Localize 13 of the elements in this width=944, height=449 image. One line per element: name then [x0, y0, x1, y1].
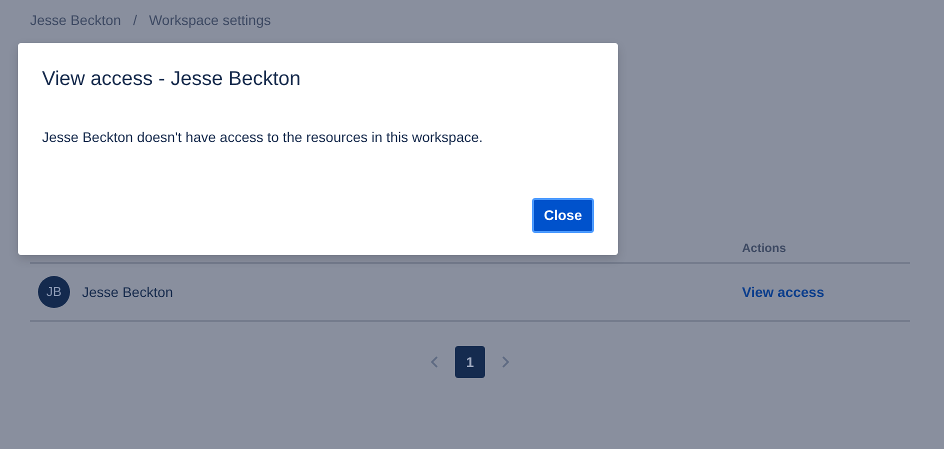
column-header: Actions	[742, 240, 788, 257]
user-name: Jesse Beckton	[82, 282, 174, 302]
close-button[interactable]: Close	[532, 198, 594, 233]
dialog-title: View access - Jesse Beckton	[42, 67, 302, 91]
page-button[interactable]: 1	[455, 346, 485, 378]
breadcrumb-link[interactable]: Workspace settings	[148, 10, 271, 31]
chevron-left-icon[interactable]	[431, 356, 439, 368]
avatar: JB	[38, 276, 70, 308]
view-access-link[interactable]: View access	[742, 282, 910, 302]
chevron-right-icon[interactable]	[501, 356, 509, 368]
breadcrumb-link[interactable]: Jesse Beckton	[30, 10, 122, 31]
breadcrumb-separator: /	[133, 11, 137, 30]
dialog-message: Jesse Beckton doesn't have access to the resources in this workspace.	[42, 128, 484, 147]
